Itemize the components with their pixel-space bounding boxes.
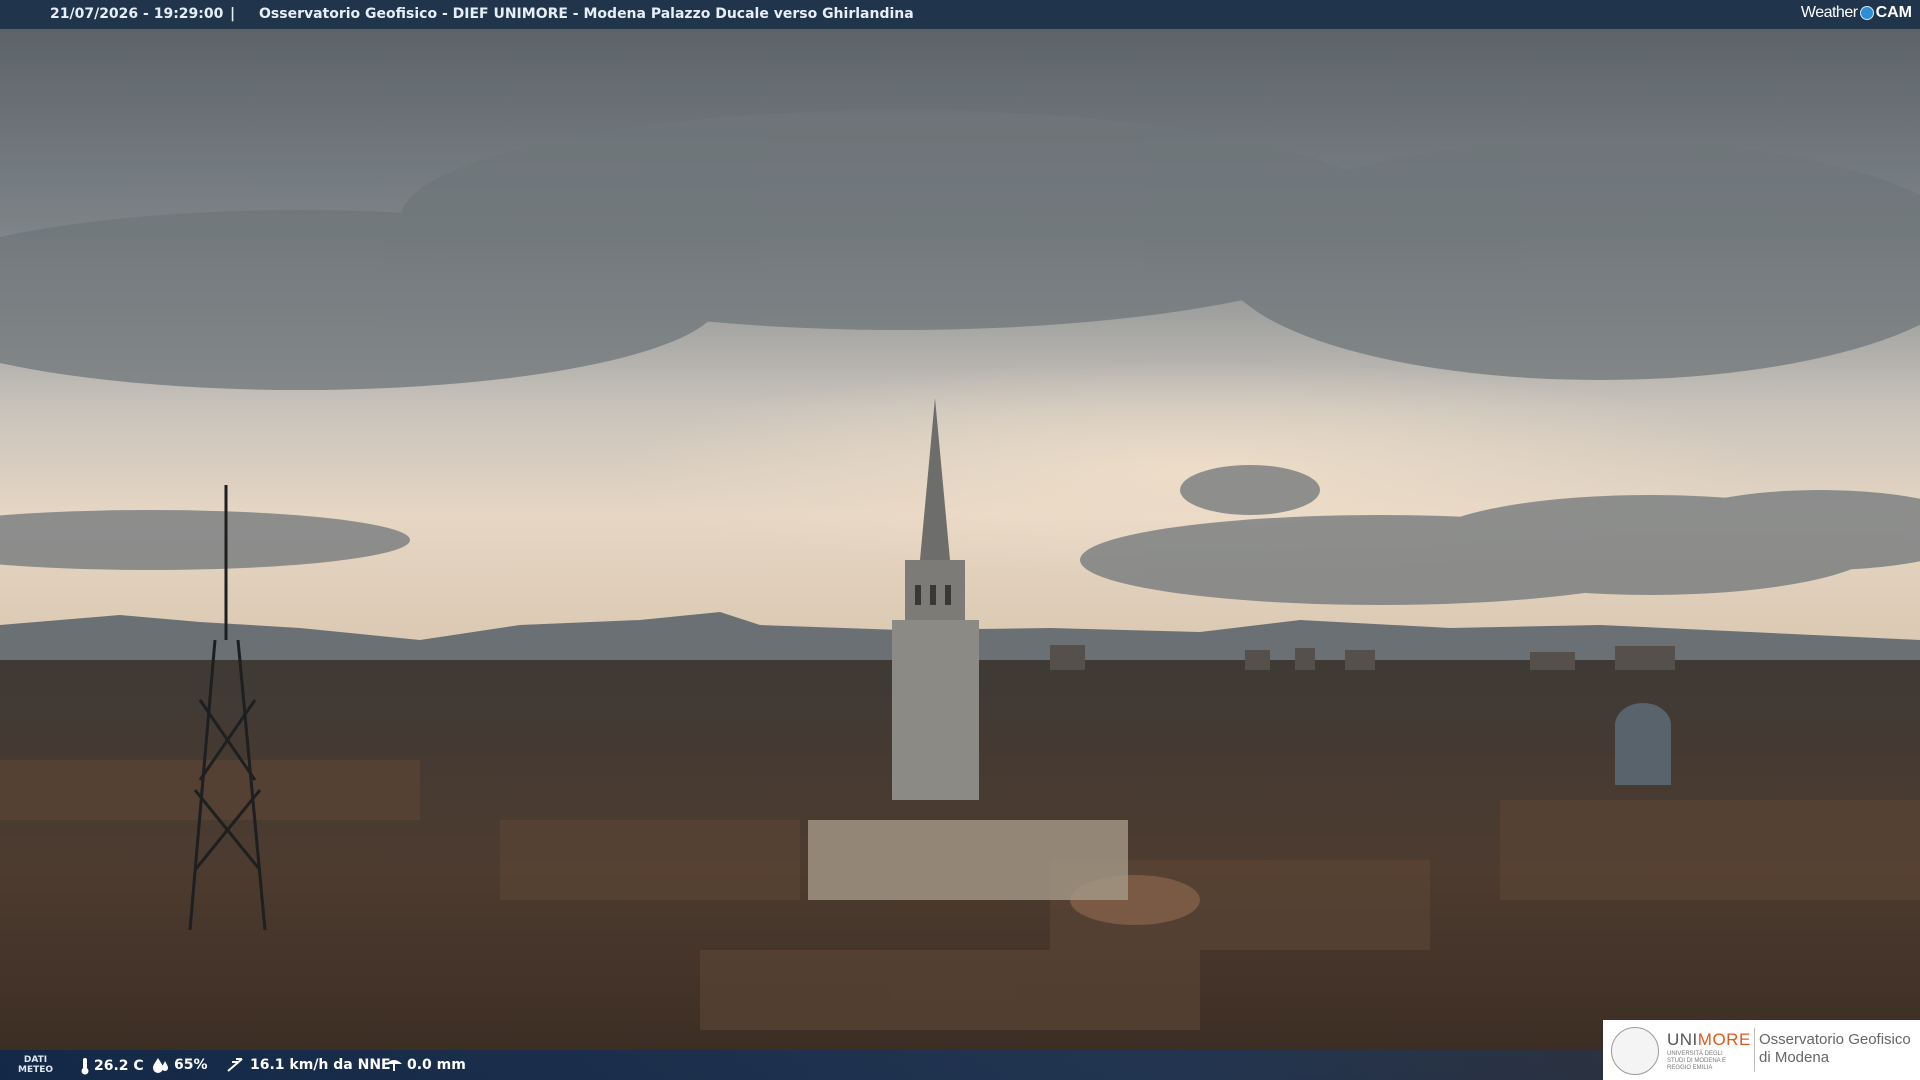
rain-readout: 0.0 mm bbox=[385, 1057, 466, 1073]
university-subtitle: UNIVERSITÀ DEGLI STUDI DI MODENA E REGGI… bbox=[1667, 1051, 1727, 1071]
brand-cam: CAM bbox=[1875, 4, 1912, 21]
webcam-image bbox=[0, 0, 1920, 1080]
timestamp: 21/07/2026 - 19:29:00 bbox=[50, 6, 224, 22]
wind-icon bbox=[227, 1058, 243, 1072]
logo-divider bbox=[1754, 1028, 1755, 1072]
wind-readout: 16.1 km/h da NNE bbox=[226, 1057, 391, 1073]
humidity-icon bbox=[153, 1058, 168, 1073]
temperature-readout: 26.2 C bbox=[80, 1057, 144, 1075]
university-seal-icon bbox=[1611, 1027, 1659, 1075]
separator: | bbox=[230, 6, 236, 22]
humidity-readout: 65% bbox=[152, 1057, 208, 1073]
camera-title: Osservatorio Geofisico - DIEF UNIMORE - … bbox=[259, 6, 914, 22]
caption-bar: 21/07/2026 - 19:29:00 | Osservatorio Geo… bbox=[0, 0, 1920, 29]
unimore-wordmark: UNIMORE bbox=[1667, 1030, 1751, 1049]
globe-icon bbox=[1859, 6, 1874, 20]
weathercam-logo: Weather CAM bbox=[1801, 4, 1912, 22]
weather-label: DATI METEO bbox=[18, 1055, 54, 1075]
brand-weather: Weather bbox=[1800, 4, 1858, 21]
thermometer-icon bbox=[81, 1058, 89, 1075]
palazzo-facade bbox=[808, 820, 1128, 900]
observatory-logo: UNIMORE UNIVERSITÀ DEGLI STUDI DI MODENA… bbox=[1603, 1020, 1920, 1080]
dome-right bbox=[1615, 703, 1671, 785]
rain-gauge-icon bbox=[386, 1060, 402, 1071]
observatory-name: Osservatorio Geofisico di Modena bbox=[1759, 1031, 1911, 1066]
